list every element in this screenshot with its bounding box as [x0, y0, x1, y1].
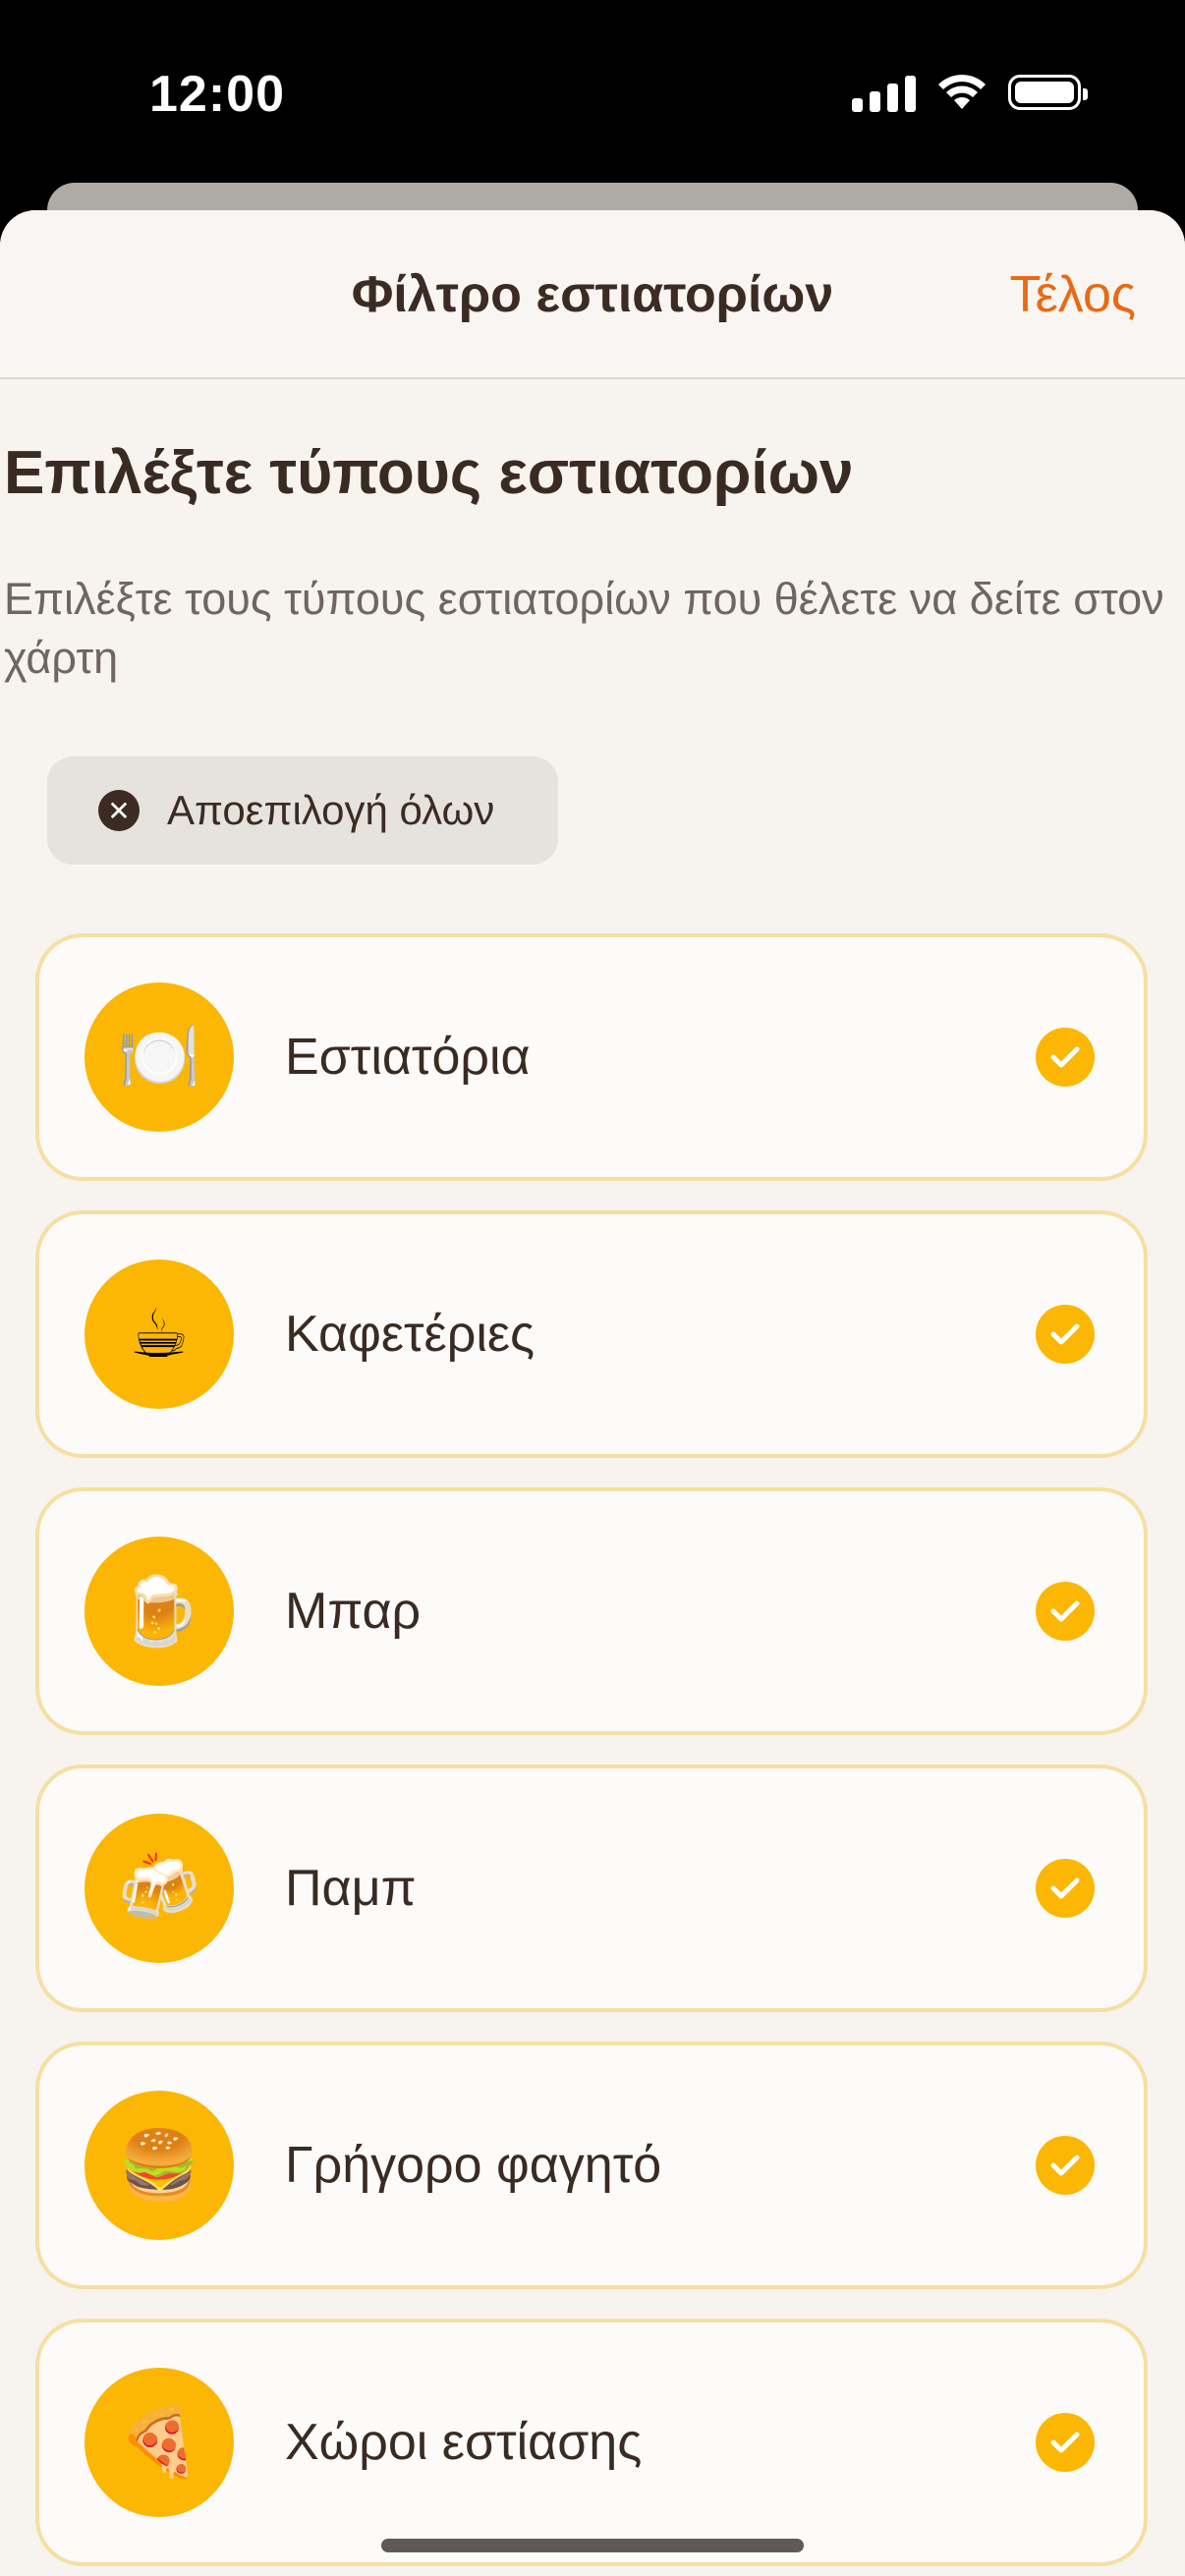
battery-icon [1008, 75, 1088, 110]
status-icons [852, 73, 1088, 112]
checkmark-circle-icon[interactable] [1036, 1582, 1095, 1641]
checkmark-circle-icon[interactable] [1036, 1028, 1095, 1087]
burger-icon: 🍔 [85, 2091, 234, 2240]
category-item[interactable]: 🍕 Χώροι εστίασης [35, 2319, 1148, 2566]
nav-title: Φίλτρο εστιατορίων [351, 266, 834, 323]
status-bar: 12:00 [0, 0, 1185, 187]
category-item[interactable]: 🍻 Παμπ [35, 1764, 1148, 2012]
wifi-icon [938, 75, 986, 109]
category-item[interactable]: 🍽️ Εστιατόρια [35, 933, 1148, 1181]
checkmark-circle-icon[interactable] [1036, 1305, 1095, 1364]
category-item[interactable]: ☕ Καφετέριες [35, 1210, 1148, 1458]
navigation-bar: Φίλτρο εστιατορίων Τέλος [0, 210, 1185, 379]
category-label: Μπαρ [285, 1583, 422, 1640]
coffee-cup-icon: ☕ [85, 1260, 234, 1409]
category-item[interactable]: 🍔 Γρήγορο φαγητό [35, 2042, 1148, 2289]
page-subtitle: Επιλέξτε τους τύπους εστιατορίων που θέλ… [4, 574, 1164, 683]
checkmark-circle-icon[interactable] [1036, 2413, 1095, 2472]
deselect-all-button[interactable]: ✕ Αποεπιλογή όλων [47, 756, 558, 865]
deselect-all-label: Αποεπιλογή όλων [167, 787, 495, 833]
clinking-beers-icon: 🍻 [85, 1814, 234, 1963]
home-indicator [381, 2539, 804, 2552]
category-item[interactable]: 🍺 Μπαρ [35, 1487, 1148, 1735]
category-label: Παμπ [285, 1860, 417, 1917]
page-heading: Επιλέξτε τύπους εστιατορίων [4, 439, 854, 507]
fork-knife-plate-icon: 🍽️ [85, 982, 234, 1132]
category-label: Καφετέριες [285, 1306, 536, 1363]
screen: 12:00 Φίλτρο εστιατορίων Τέλος Επιλέξτε … [0, 0, 1185, 2576]
cellular-signal-icon [852, 73, 916, 112]
category-label: Γρήγορο φαγητό [285, 2137, 662, 2194]
checkmark-circle-icon[interactable] [1036, 1859, 1095, 1918]
category-label: Εστιατόρια [285, 1029, 531, 1086]
done-button[interactable]: Τέλος [1010, 265, 1136, 324]
beer-mug-icon: 🍺 [85, 1537, 234, 1686]
close-circle-icon: ✕ [98, 790, 140, 831]
pizza-icon: 🍕 [85, 2368, 234, 2517]
checkmark-circle-icon[interactable] [1036, 2136, 1095, 2195]
category-label: Χώροι εστίασης [285, 2414, 643, 2471]
status-time: 12:00 [149, 66, 285, 123]
